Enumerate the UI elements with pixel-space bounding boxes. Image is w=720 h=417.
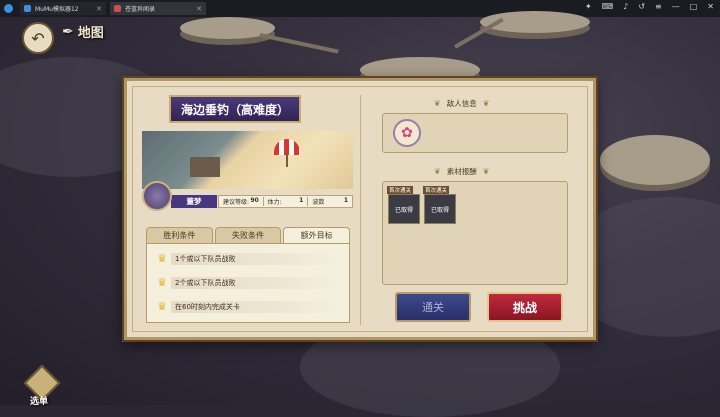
emulator-titlebar: MuMu模拟器12 ✕ 苍蓝异闻录 ✕ ✦ ⌨ ♪ ↺ ≡ — □ ✕ [0,0,720,17]
recommended-level: 建议等级: 90 [219,197,264,206]
objectives-panel: ♛ 1个或以下队员战败 ♛ 2个或以下队员战败 ♛ 在60时刻内完成关卡 [146,243,350,323]
challenge-button[interactable]: 挑战 [487,292,563,322]
boss-avatar [142,181,172,211]
map-label-text: 地图 [77,26,104,41]
tab-defeat-conditions[interactable]: 失败条件 [214,227,282,243]
wave-count: 波数 1 [312,197,349,206]
clear-button[interactable]: 通关 [395,292,471,322]
crown-icon: ♛ [157,252,167,265]
tab-victory-conditions[interactable]: 胜利条件 [146,227,213,243]
enemy-fish-avatar[interactable]: ✿ [393,119,421,147]
list-item: ♛ 1个或以下队员战败 [153,250,339,267]
game-app-icon [114,5,121,12]
dialog-divider [360,95,361,325]
mumu-icon [24,5,31,12]
back-arrow-icon: ↶ [31,28,45,48]
tab-extra-objectives[interactable]: 额外目标 [283,227,351,243]
reward-status: 已取得 [430,206,449,214]
quill-icon: ✒ [62,23,74,40]
emulator-tab-home[interactable]: MuMu模拟器12 ✕ [20,2,106,15]
first-clear-tag: 首次通关 [387,186,414,194]
maximize-icon[interactable]: □ [690,2,698,11]
window-controls: ✦ ⌨ ♪ ↺ ≡ — □ ✕ [585,2,714,11]
list-item: ♛ 2个或以下队员战败 [153,274,339,291]
fish-icon: ✿ [401,125,413,141]
reward-item[interactable]: 已取得 [388,194,420,224]
close-icon[interactable]: ✕ [707,2,714,11]
keyboard-icon[interactable]: ⌨ [602,2,614,11]
reward-status: 已取得 [394,206,413,214]
list-item: ♛ 在60时刻内完成关卡 [153,298,339,315]
map-title: ✒ 地图 [62,22,104,42]
reward-item[interactable]: 已取得 [424,194,456,224]
menu-icon[interactable]: ≡ [655,2,662,11]
condition-tabs: 胜利条件 失败条件 额外目标 [146,227,351,243]
reward-list: 首次通关 已取得 首次通关 已取得 [382,181,568,285]
select-menu-button[interactable]: 选单 [22,364,61,407]
first-clear-tag: 首次通关 [423,186,450,194]
enemy-list: ✿ [382,113,568,153]
emulator-tab-game[interactable]: 苍蓝异闻录 ✕ [110,2,206,15]
stage-title: 海边垂钓（高难度） [169,95,301,123]
stage-preview-image [142,131,353,189]
tab-title: 苍蓝异闻录 [125,6,156,13]
back-button[interactable]: ↶ [22,22,54,54]
tab-title: MuMu模拟器12 [35,6,79,13]
close-tab-icon[interactable]: ✕ [196,5,202,13]
stage-info-dialog: 海边垂钓（高难度） 董梦 建议等级: 90 体力: 1 波数 1 胜利条件 失败条件 … [124,78,596,340]
select-label: 选单 [30,397,49,407]
close-tab-icon[interactable]: ✕ [96,5,102,13]
volume-icon[interactable]: ♪ [623,2,628,11]
crown-icon: ♛ [157,300,167,313]
emulator-logo-icon [4,4,13,13]
minimize-icon[interactable]: — [672,2,680,11]
rotate-icon[interactable]: ↺ [638,2,645,11]
enemy-info-header: ❦ 敌人信息 ❦ [434,99,490,108]
gamepad-icon[interactable]: ✦ [585,2,592,11]
boss-name: 董梦 [171,195,217,208]
reward-header: ❦ 素材报酬 ❦ [434,167,490,176]
map-island[interactable] [600,135,710,185]
stage-stats: 建议等级: 90 体力: 1 波数 1 [218,195,353,208]
stamina-cost: 体力: 1 [264,197,309,206]
crown-icon: ♛ [157,276,167,289]
